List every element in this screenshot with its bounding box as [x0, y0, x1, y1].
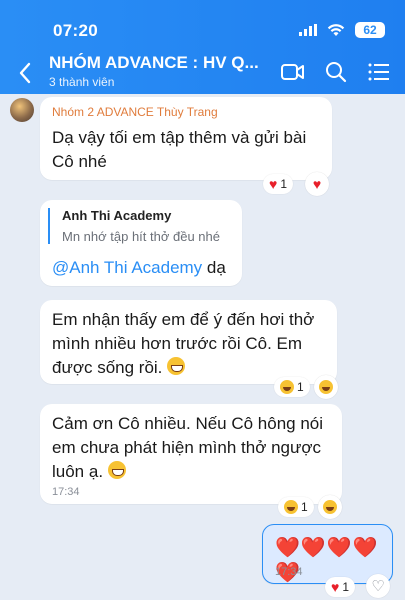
- chat-header: 07:20 62 NHÓM ADVANCE : HV Q... 3 thành …: [0, 0, 405, 94]
- laugh-icon: [284, 500, 298, 514]
- message-bubble[interactable]: Em nhận thấy em để ý đến hơi thở mình nh…: [40, 300, 337, 384]
- grinning-emoji-icon: [107, 461, 126, 479]
- laugh-icon: [280, 380, 294, 394]
- heart-icon: ♥: [269, 176, 278, 192]
- battery-indicator: 62: [355, 22, 385, 38]
- heart-outline-icon: ♡: [371, 578, 385, 595]
- quote-text: Mn nhớ tập hít thở đều nhé: [62, 229, 220, 244]
- grinning-emoji-icon: [167, 357, 186, 375]
- heart-icon: ♥: [331, 579, 340, 595]
- sender-name: Nhóm 2 ADVANCE Thùy Trang: [52, 105, 218, 119]
- status-icons: 62: [299, 22, 385, 38]
- heart-icon: ♥: [312, 176, 322, 192]
- message-time: 17:34: [275, 566, 303, 578]
- list-menu-icon[interactable]: [366, 60, 392, 84]
- status-time: 07:20: [53, 21, 98, 40]
- wifi-icon: [327, 23, 345, 36]
- message-bubble[interactable]: Cảm ơn Cô nhiều. Nếu Cô hông nói em chưa…: [40, 404, 342, 504]
- reaction-count: 1: [342, 580, 349, 594]
- laugh-reaction-button[interactable]: [318, 495, 342, 519]
- message-time: 17:34: [52, 486, 80, 498]
- reaction-summary[interactable]: 1: [278, 497, 314, 517]
- reaction-summary[interactable]: 1: [274, 377, 310, 397]
- reaction-count: 1: [301, 500, 308, 514]
- message-text: Cảm ơn Cô nhiều. Nếu Cô hông nói em chưa…: [52, 412, 338, 484]
- quoted-message[interactable]: Anh Thi Academy Mn nhớ tập hít thở đều n…: [48, 208, 234, 244]
- message-bubble[interactable]: Nhóm 2 ADVANCE Thùy Trang Dạ vậy tối em …: [40, 97, 332, 180]
- message-text: @Anh Thi Academy dạ: [52, 256, 226, 280]
- reaction-summary[interactable]: ♥ 1: [263, 174, 293, 194]
- conversation-title[interactable]: NHÓM ADVANCE : HV Q...: [49, 53, 259, 73]
- laugh-reaction-button[interactable]: [314, 375, 338, 399]
- reaction-summary[interactable]: ♥ 1: [325, 577, 355, 597]
- heart-reaction-button[interactable]: ♥: [305, 172, 329, 196]
- avatar[interactable]: [10, 98, 34, 122]
- message-text: Em nhận thấy em để ý đến hơi thở mình nh…: [52, 308, 328, 380]
- message-bubble[interactable]: Anh Thi Academy Mn nhớ tập hít thở đều n…: [40, 200, 242, 286]
- member-count[interactable]: 3 thành viên: [49, 75, 114, 89]
- video-camera-icon[interactable]: [280, 60, 306, 84]
- add-reaction-button[interactable]: ♡: [366, 574, 390, 598]
- reaction-count: 1: [297, 380, 304, 394]
- cellular-signal-icon: [299, 24, 317, 36]
- message-text-body: Cảm ơn Cô nhiều. Nếu Cô hông nói em chưa…: [52, 414, 324, 481]
- laugh-icon: [319, 380, 333, 394]
- message-text: Dạ vậy tối em tập thêm và gửi bài Cô nhé: [52, 128, 307, 171]
- laugh-icon: [323, 500, 337, 514]
- mention-link[interactable]: @Anh Thi Academy: [52, 258, 202, 277]
- reaction-count: 1: [280, 177, 287, 191]
- chevron-left-icon[interactable]: [14, 60, 36, 86]
- quote-sender: Anh Thi Academy: [62, 208, 172, 223]
- search-icon[interactable]: [323, 60, 349, 84]
- message-text-tail: dạ: [206, 258, 226, 277]
